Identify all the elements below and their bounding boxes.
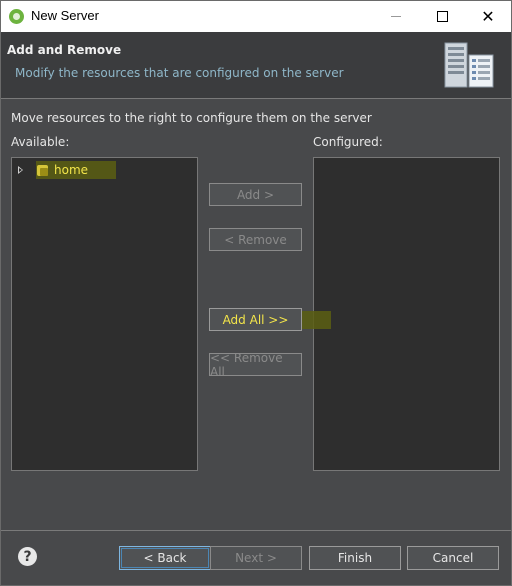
add-all-button[interactable]: Add All >> <box>209 308 302 331</box>
page-title: Add and Remove <box>7 43 122 57</box>
configured-list[interactable] <box>313 157 500 471</box>
add-all-label: Add All >> <box>222 312 289 327</box>
available-list[interactable]: home <box>11 157 198 471</box>
maximize-icon <box>436 11 448 22</box>
back-button[interactable]: < Back <box>119 546 211 570</box>
window-title: New Server <box>31 8 99 23</box>
close-icon: ✕ <box>481 6 495 26</box>
page-description: Modify the resources that are configured… <box>15 66 344 80</box>
footer-separator <box>1 530 511 531</box>
configured-label: Configured: <box>313 135 383 149</box>
spring-leaf-icon <box>9 9 24 24</box>
title-bar: New Server ✕ <box>1 1 511 32</box>
new-server-dialog: New Server ✕ Add and Remove Modify the r… <box>0 0 512 586</box>
cancel-button[interactable]: Cancel <box>407 546 499 570</box>
expand-triangle-icon[interactable] <box>18 166 23 174</box>
project-folder-icon <box>37 164 48 176</box>
help-icon[interactable]: ? <box>18 547 37 566</box>
server-graphic-icon <box>439 37 499 93</box>
remove-all-button[interactable]: << Remove All <box>209 351 302 379</box>
maximize-button[interactable] <box>419 1 465 32</box>
tree-item-home[interactable]: home <box>16 161 116 179</box>
close-button[interactable]: ✕ <box>465 1 511 32</box>
minimize-icon <box>391 16 401 17</box>
minimize-button[interactable] <box>373 1 419 32</box>
wizard-header: Add and Remove Modify the resources that… <box>1 32 511 99</box>
tree-item-label: home <box>54 163 89 177</box>
remove-button[interactable]: < Remove <box>209 228 302 251</box>
add-button[interactable]: Add > <box>209 183 302 206</box>
finish-button[interactable]: Finish <box>309 546 401 570</box>
instructions-text: Move resources to the right to configure… <box>11 111 372 125</box>
available-label: Available: <box>11 135 70 149</box>
next-button[interactable]: Next > <box>210 546 302 570</box>
